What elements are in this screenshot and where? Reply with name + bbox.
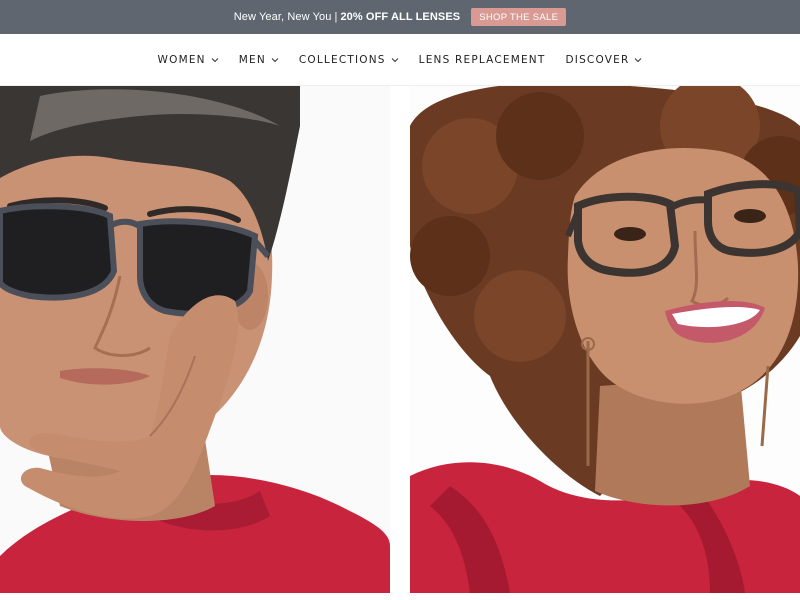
nav-item-label: WOMEN <box>157 53 206 66</box>
chevron-down-icon <box>211 57 219 62</box>
nav-item-label: DISCOVER <box>565 53 630 66</box>
hero-image-woman-glasses[interactable] <box>410 86 800 593</box>
woman-portrait-illustration <box>410 86 800 593</box>
man-portrait-illustration <box>0 86 390 593</box>
nav-item-label: MEN <box>238 53 266 66</box>
nav-item-label: LENS REPLACEMENT <box>418 53 546 66</box>
nav-item-discover[interactable]: DISCOVER <box>565 54 642 66</box>
hero-section <box>0 86 800 593</box>
nav-item-collections[interactable]: COLLECTIONS <box>299 54 399 66</box>
promo-banner: New Year, New You | 20% OFF ALL LENSES S… <box>0 0 800 34</box>
nav-item-lens-replacement[interactable]: LENS REPLACEMENT <box>419 54 546 66</box>
hero-image-man-sunglasses[interactable] <box>0 86 390 593</box>
main-navigation: WOMEN MEN COLLECTIONS LENS REPLACEMENT D… <box>0 34 800 86</box>
promo-message: New Year, New You | 20% OFF ALL LENSES <box>234 11 460 23</box>
promo-text-regular: New Year, New You <box>233 11 332 23</box>
nav-item-men[interactable]: MEN <box>239 54 279 66</box>
chevron-down-icon <box>391 57 399 62</box>
chevron-down-icon <box>635 57 642 62</box>
promo-text-bold: 20% OFF ALL LENSES <box>340 11 461 23</box>
nav-item-label: COLLECTIONS <box>298 53 386 66</box>
chevron-down-icon <box>271 57 279 62</box>
shop-the-sale-button[interactable]: SHOP THE SALE <box>471 8 567 26</box>
nav-item-women[interactable]: WOMEN <box>158 54 219 66</box>
promo-separator: | <box>334 11 338 23</box>
